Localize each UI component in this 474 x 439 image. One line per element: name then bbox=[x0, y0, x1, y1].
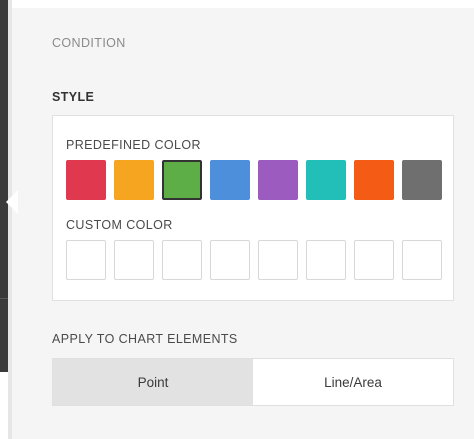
swatch-red[interactable] bbox=[66, 160, 106, 200]
swatch-deep-orange[interactable] bbox=[354, 160, 394, 200]
top-strip bbox=[12, 0, 474, 8]
custom-color-slot[interactable] bbox=[162, 240, 202, 280]
left-edge-grey bbox=[8, 0, 12, 439]
custom-color-label: CUSTOM COLOR bbox=[66, 218, 173, 232]
custom-color-slot[interactable] bbox=[210, 240, 250, 280]
custom-color-slot[interactable] bbox=[402, 240, 442, 280]
point-option[interactable]: Point bbox=[53, 359, 253, 405]
apply-to-chart-elements-label: APPLY TO CHART ELEMENTS bbox=[52, 332, 238, 346]
swatch-teal[interactable] bbox=[306, 160, 346, 200]
custom-color-slot[interactable] bbox=[66, 240, 106, 280]
swatch-orange[interactable] bbox=[114, 160, 154, 200]
custom-color-slot[interactable] bbox=[354, 240, 394, 280]
swatch-blue[interactable] bbox=[210, 160, 250, 200]
predefined-color-row bbox=[66, 160, 442, 200]
custom-color-row bbox=[66, 240, 442, 280]
style-label: STYLE bbox=[52, 90, 95, 104]
popover-pointer bbox=[6, 190, 18, 214]
custom-color-slot[interactable] bbox=[114, 240, 154, 280]
left-edge-bar bbox=[0, 0, 8, 372]
custom-color-slot[interactable] bbox=[306, 240, 346, 280]
swatch-gray[interactable] bbox=[402, 160, 442, 200]
condition-label: CONDITION bbox=[52, 36, 126, 50]
custom-color-slot[interactable] bbox=[258, 240, 298, 280]
swatch-green[interactable] bbox=[162, 160, 202, 200]
predefined-color-label: PREDEFINED COLOR bbox=[66, 138, 201, 152]
left-edge-divider bbox=[0, 298, 8, 299]
swatch-purple[interactable] bbox=[258, 160, 298, 200]
chart-element-toggle: Point Line/Area bbox=[52, 358, 454, 406]
condition-style-panel: CONDITION STYLE PREDEFINED COLOR CUSTOM … bbox=[0, 0, 474, 439]
line-area-option[interactable]: Line/Area bbox=[253, 359, 453, 405]
